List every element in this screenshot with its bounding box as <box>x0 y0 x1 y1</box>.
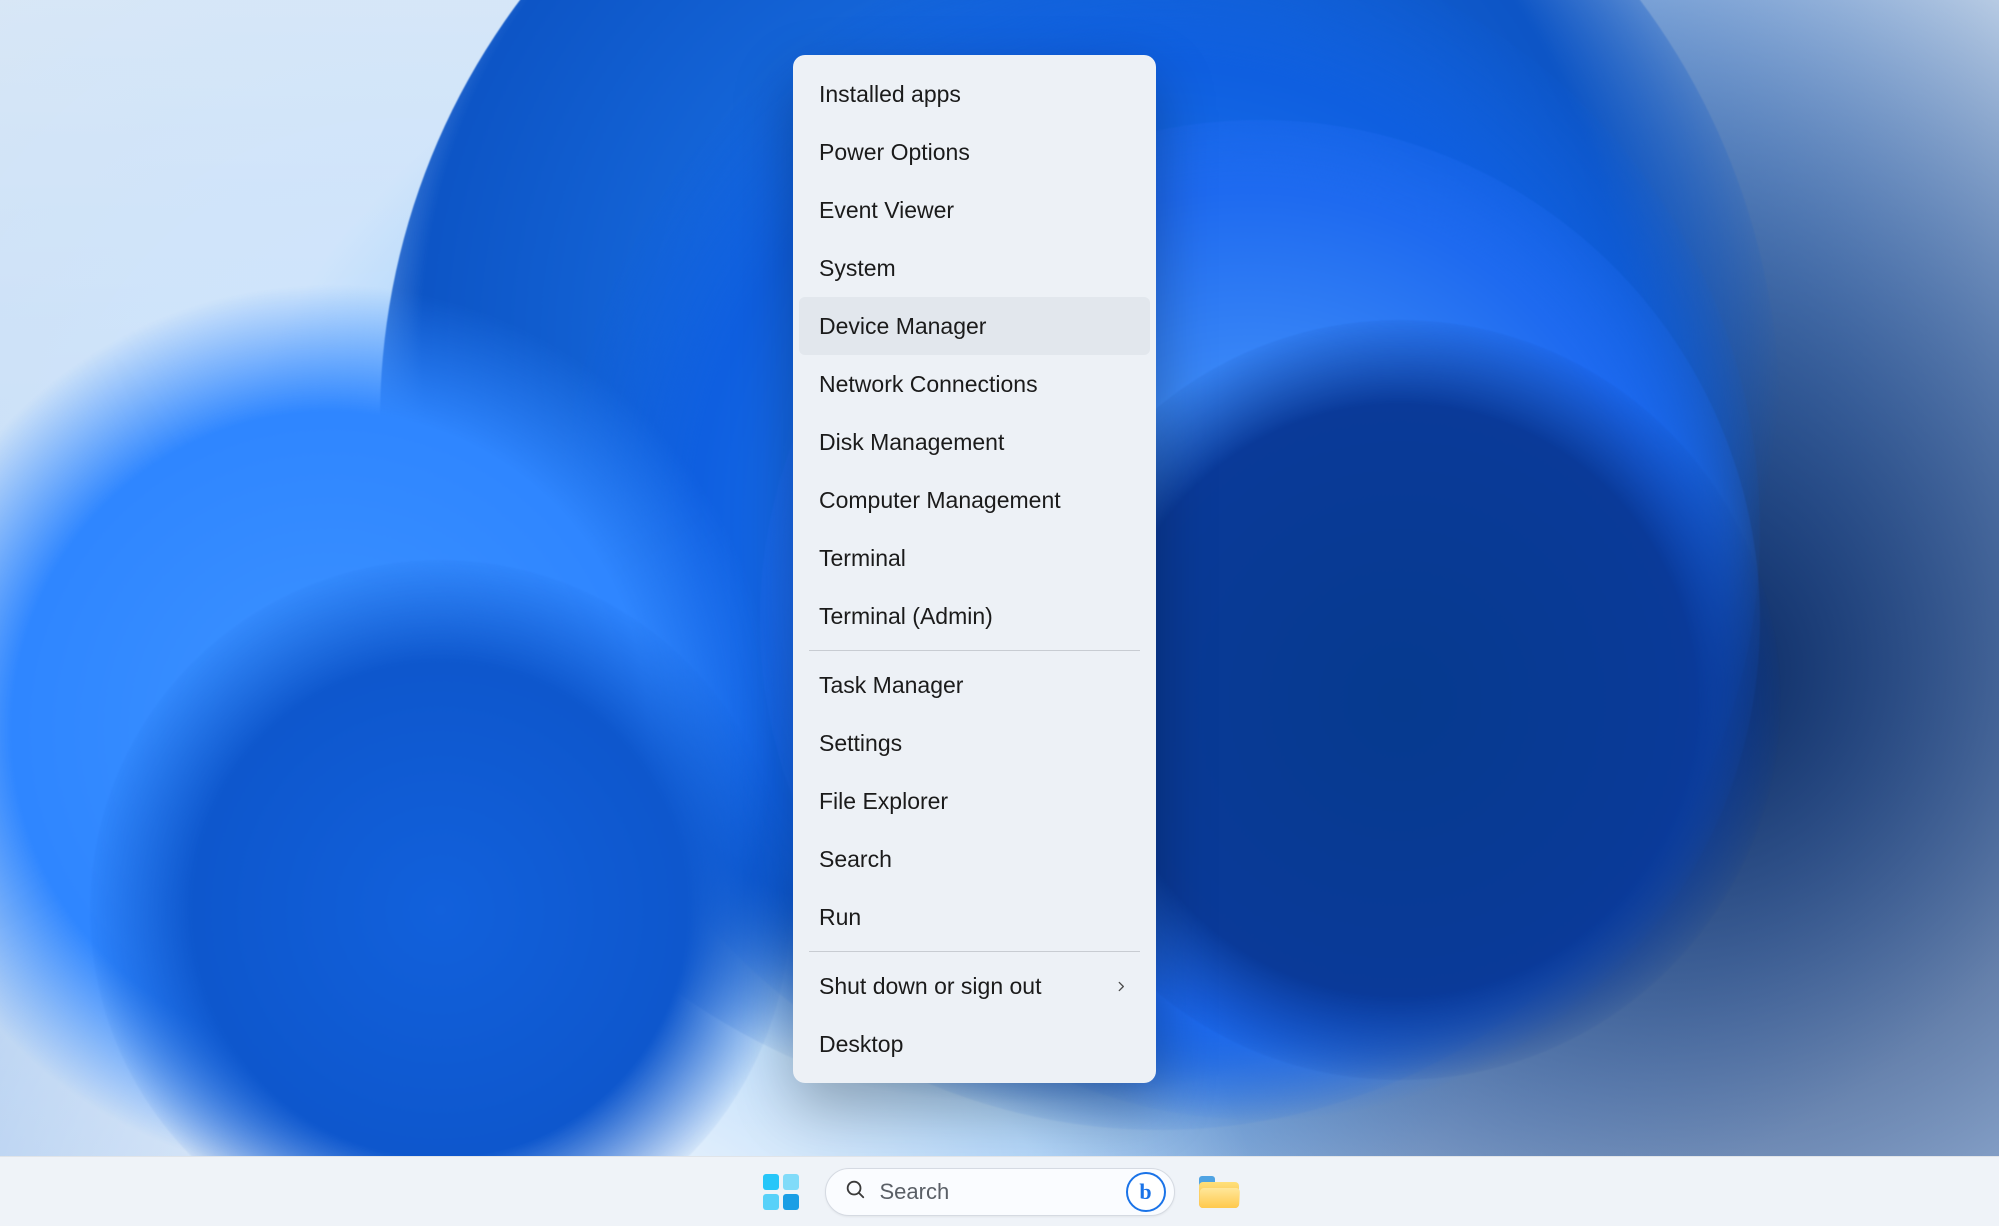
menu-item-label: Settings <box>819 730 902 757</box>
menu-item-label: Network Connections <box>819 371 1038 398</box>
menu-item-terminal[interactable]: Terminal <box>799 529 1150 587</box>
taskbar-search[interactable]: Search b <box>825 1168 1175 1216</box>
search-placeholder: Search <box>880 1179 1112 1205</box>
menu-item-label: System <box>819 255 896 282</box>
menu-separator <box>809 951 1140 952</box>
menu-item-device-manager[interactable]: Device Manager <box>799 297 1150 355</box>
file-explorer-icon <box>1199 1176 1239 1208</box>
menu-item-search[interactable]: Search <box>799 830 1150 888</box>
menu-item-settings[interactable]: Settings <box>799 714 1150 772</box>
menu-item-label: Terminal <box>819 545 906 572</box>
menu-item-label: Search <box>819 846 892 873</box>
taskbar: Search b <box>0 1156 1999 1226</box>
start-button[interactable] <box>753 1164 809 1220</box>
menu-separator <box>809 650 1140 651</box>
menu-item-label: Task Manager <box>819 672 963 699</box>
menu-item-label: Event Viewer <box>819 197 954 224</box>
menu-item-system[interactable]: System <box>799 239 1150 297</box>
menu-item-label: Computer Management <box>819 487 1061 514</box>
menu-item-label: Terminal (Admin) <box>819 603 993 630</box>
menu-item-task-manager[interactable]: Task Manager <box>799 656 1150 714</box>
menu-item-label: Power Options <box>819 139 970 166</box>
menu-item-shut-down-or-sign-out[interactable]: Shut down or sign out <box>799 957 1150 1015</box>
menu-item-label: Installed apps <box>819 81 961 108</box>
quick-link-menu: Installed apps Power Options Event Viewe… <box>793 55 1156 1083</box>
menu-item-terminal-admin[interactable]: Terminal (Admin) <box>799 587 1150 645</box>
menu-item-event-viewer[interactable]: Event Viewer <box>799 181 1150 239</box>
menu-item-network-connections[interactable]: Network Connections <box>799 355 1150 413</box>
menu-item-label: Shut down or sign out <box>819 973 1041 1000</box>
menu-item-label: Device Manager <box>819 313 986 340</box>
menu-item-label: Desktop <box>819 1031 903 1058</box>
chevron-right-icon <box>1114 973 1128 1000</box>
windows-logo-icon <box>763 1174 799 1210</box>
menu-item-run[interactable]: Run <box>799 888 1150 946</box>
bing-icon[interactable]: b <box>1126 1172 1166 1212</box>
search-icon <box>844 1178 866 1205</box>
menu-item-installed-apps[interactable]: Installed apps <box>799 65 1150 123</box>
menu-item-desktop[interactable]: Desktop <box>799 1015 1150 1073</box>
menu-item-power-options[interactable]: Power Options <box>799 123 1150 181</box>
taskbar-item-file-explorer[interactable] <box>1191 1164 1247 1220</box>
menu-item-computer-management[interactable]: Computer Management <box>799 471 1150 529</box>
menu-item-label: File Explorer <box>819 788 948 815</box>
menu-item-file-explorer[interactable]: File Explorer <box>799 772 1150 830</box>
menu-item-label: Run <box>819 904 861 931</box>
menu-item-label: Disk Management <box>819 429 1004 456</box>
menu-item-disk-management[interactable]: Disk Management <box>799 413 1150 471</box>
